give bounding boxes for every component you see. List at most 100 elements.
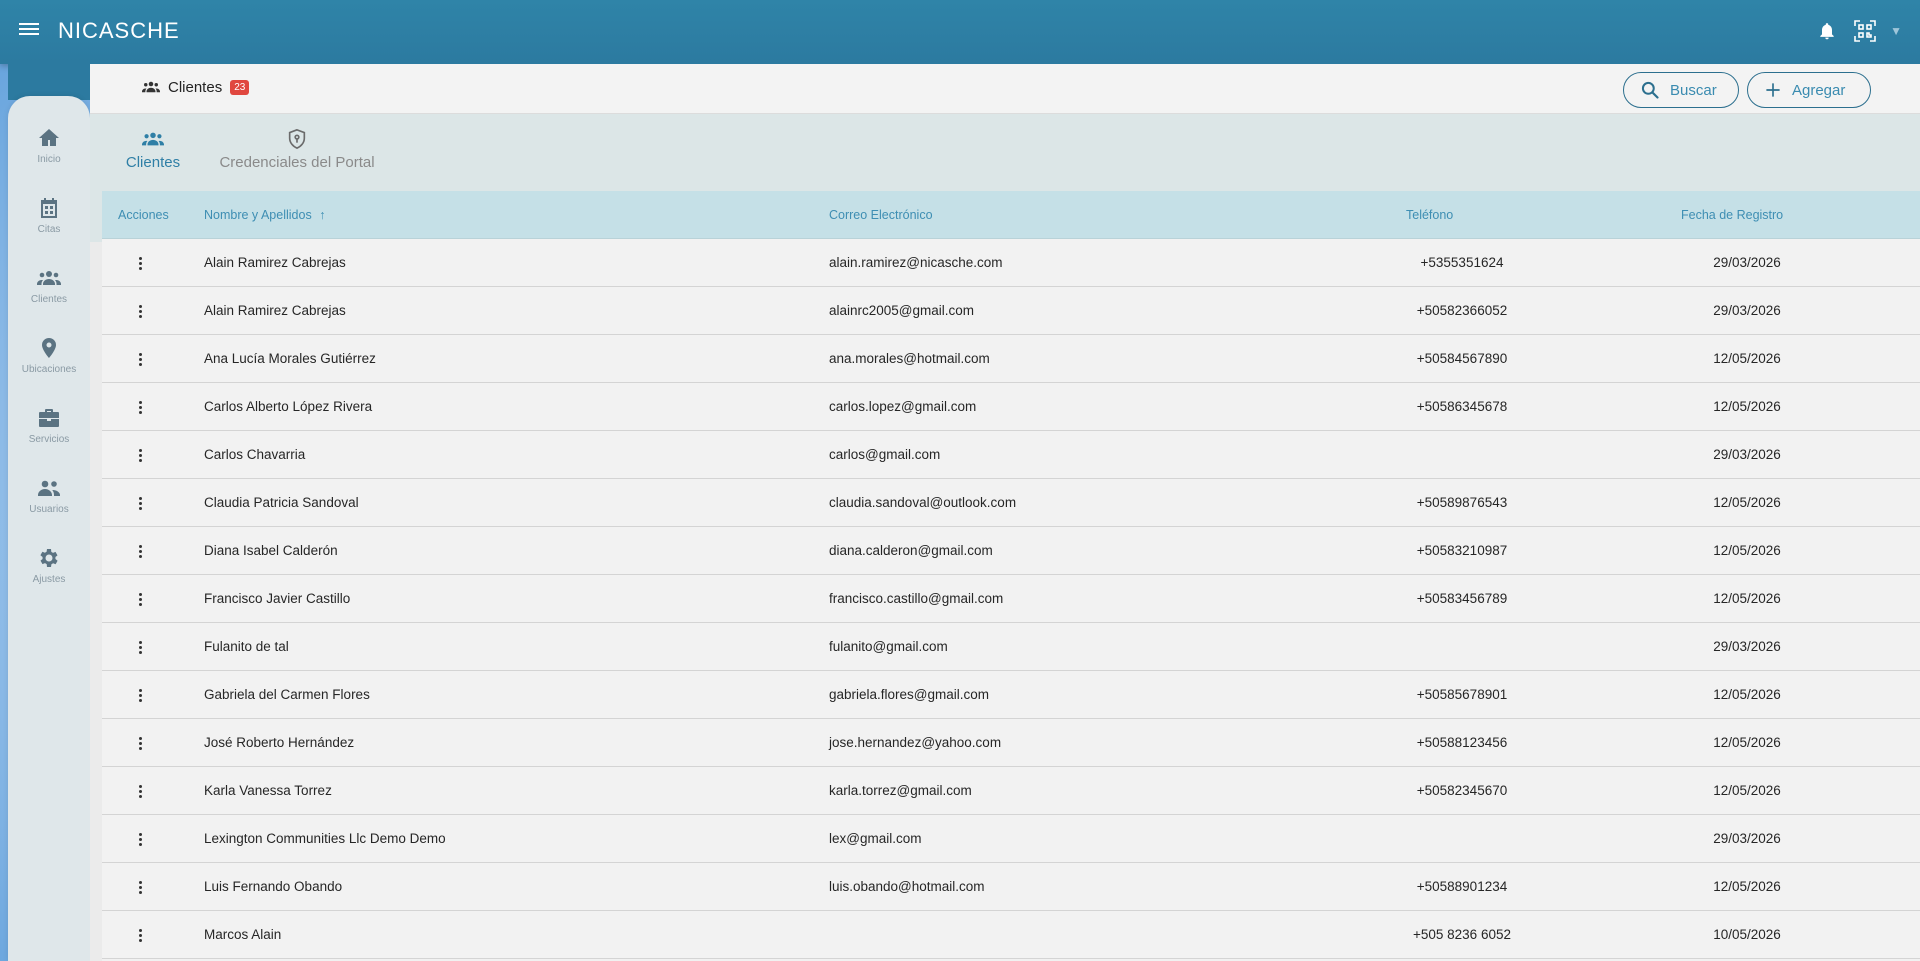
more-options-icon[interactable] [132,637,148,657]
page-title: Clientes 23 [142,78,250,96]
table-row[interactable]: Alain Ramirez Cabrejas alainrc2005@gmail.… [102,287,1920,335]
users-icon [38,480,60,496]
table-row[interactable]: Alain Ramirez Cabrejas alain.ramirez@nica… [102,239,1920,287]
more-options-icon[interactable] [132,925,148,945]
search-button-label: Buscar [1670,81,1717,99]
briefcase-icon [39,409,59,427]
cell-date: 12/05/2026 [1713,399,1781,414]
table-row[interactable]: Fulanito de tal fulanito@gmail.com 29/03/2… [102,623,1920,671]
hamburger-menu-icon[interactable] [18,20,40,42]
cell-name: Fulanito de tal [204,639,289,654]
cell-phone: +50585678901 [1416,687,1508,702]
clients-table: Acciones Nombre y Apellidos ↑ Correo Ele… [102,191,1920,961]
cell-phone: +505 8236 6052 [1413,927,1511,942]
cell-name: Carlos Chavarria [204,447,306,462]
cell-email: alainrc2005@gmail.com [829,303,975,318]
cell-phone: +5355351624 [1420,255,1504,270]
table-row[interactable]: Luis Fernando Obando luis.obando@hotmail.… [102,863,1920,911]
sidebar-item-citas[interactable]: Citas [8,196,90,256]
cell-email: alain.ramirez@nicasche.com [829,255,1003,270]
cell-date: 12/05/2026 [1713,495,1781,510]
table-row[interactable]: Carlos Alberto López Rivera carlos.lopez@… [102,383,1920,431]
more-options-icon[interactable] [132,829,148,849]
cell-name: Diana Isabel Calderón [204,543,338,558]
sidebar-item-clientes[interactable]: Clientes [8,266,90,326]
cell-date: 29/03/2026 [1713,255,1781,270]
bell-icon[interactable] [1814,18,1840,44]
table-row[interactable]: Marcos Alain +505 8236 6052 10/05/2026 [102,911,1920,959]
qr-code-icon[interactable] [1852,18,1878,44]
table-row[interactable]: Diana Isabel Calderón diana.calderon@gmai… [102,527,1920,575]
cell-name: Alain Ramirez Cabrejas [204,255,346,270]
cell-date: 29/03/2026 [1713,639,1781,654]
cell-name: Karla Vanessa Torrez [204,783,332,798]
more-options-icon[interactable] [132,589,148,609]
chevron-down-icon[interactable]: ▼ [1890,24,1902,38]
cell-date: 12/05/2026 [1713,783,1781,798]
tab-credenciales-portal[interactable]: Credenciales del Portal [214,128,380,171]
shield-key-icon [288,128,306,150]
cell-email: karla.torrez@gmail.com [829,783,972,798]
cell-name: Alain Ramirez Cabrejas [204,303,346,318]
more-options-icon[interactable] [132,541,148,561]
sidebar-item-ubicaciones[interactable]: Ubicaciones [8,336,90,396]
cell-date: 29/03/2026 [1713,303,1781,318]
sidebar-item-ajustes[interactable]: Ajustes [8,546,90,606]
cell-email: gabriela.flores@gmail.com [829,687,990,702]
home-icon [39,129,59,146]
more-options-icon[interactable] [132,493,148,513]
sidebar-item-label: Clientes [30,294,68,305]
cell-email: diana.calderon@gmail.com [829,543,993,558]
cell-name: Luis Fernando Obando [204,879,343,894]
table-row[interactable]: Claudia Patricia Sandoval claudia.sandova… [102,479,1920,527]
more-options-icon[interactable] [132,685,148,705]
more-options-icon[interactable] [132,253,148,273]
more-options-icon[interactable] [132,781,148,801]
table-row[interactable]: Ana Lucía Morales Gutiérrez ana.morales@h… [102,335,1920,383]
more-options-icon[interactable] [132,397,148,417]
cell-phone: +50589876543 [1416,495,1508,510]
sort-ascending-icon: ↑ [319,208,326,222]
more-options-icon[interactable] [132,349,148,369]
tab-clientes[interactable]: Clientes [125,128,181,171]
tab-label: Credenciales del Portal [219,154,375,171]
more-options-icon[interactable] [132,733,148,753]
search-button[interactable]: Buscar [1623,72,1739,108]
column-header-actions[interactable]: Acciones [118,208,169,222]
more-options-icon[interactable] [132,301,148,321]
column-header-email[interactable]: Correo Electrónico [829,208,933,222]
top-app-bar: NICASCHE ▼ [0,0,1920,64]
table-row[interactable]: Francisco Javier Castillo francisco.casti… [102,575,1920,623]
table-row[interactable]: Karla Vanessa Torrez karla.torrez@gmail.c… [102,767,1920,815]
add-button-label: Agregar [1792,81,1846,99]
more-options-icon[interactable] [132,445,148,465]
table-row[interactable]: Carlos Chavarria carlos@gmail.com 29/03/20… [102,431,1920,479]
gear-icon [40,549,58,567]
sidebar-item-usuarios[interactable]: Usuarios [8,476,90,536]
page-header: Clientes 23 Buscar Agregar [90,64,1920,114]
main-content: Clientes 23 Buscar Agregar Clientes Cred… [90,64,1920,961]
column-header-name[interactable]: Nombre y Apellidos ↑ [204,208,325,222]
column-header-date[interactable]: Fecha de Registro [1681,208,1783,222]
column-header-phone[interactable]: Teléfono [1406,208,1453,222]
plus-icon [1766,83,1780,97]
table-row[interactable]: José Roberto Hernández jose.hernandez@yah… [102,719,1920,767]
more-options-icon[interactable] [132,877,148,897]
cell-email: carlos.lopez@gmail.com [829,399,977,414]
calendar-icon [41,198,57,218]
cell-name: Gabriela del Carmen Flores [204,687,370,702]
sidebar-item-inicio[interactable]: Inicio [8,126,90,186]
sidebar-item-label: Citas [37,224,61,235]
cell-phone: +50583456789 [1416,591,1508,606]
sidebar-item-servicios[interactable]: Servicios [8,406,90,466]
table-row[interactable]: Lexington Communities Llc Demo Demo lex@g… [102,815,1920,863]
table-row[interactable]: Gabriela del Carmen Flores gabriela.flore… [102,671,1920,719]
search-icon [1641,81,1659,99]
location-pin-icon [42,338,56,358]
add-button[interactable]: Agregar [1747,72,1871,108]
people-icon [37,271,61,285]
cell-email: ana.morales@hotmail.com [829,351,990,366]
page-title-text: Clientes [168,78,223,96]
column-header-name-label: Nombre y Apellidos [204,208,312,222]
sidebar-item-label: Ajustes [32,574,66,585]
